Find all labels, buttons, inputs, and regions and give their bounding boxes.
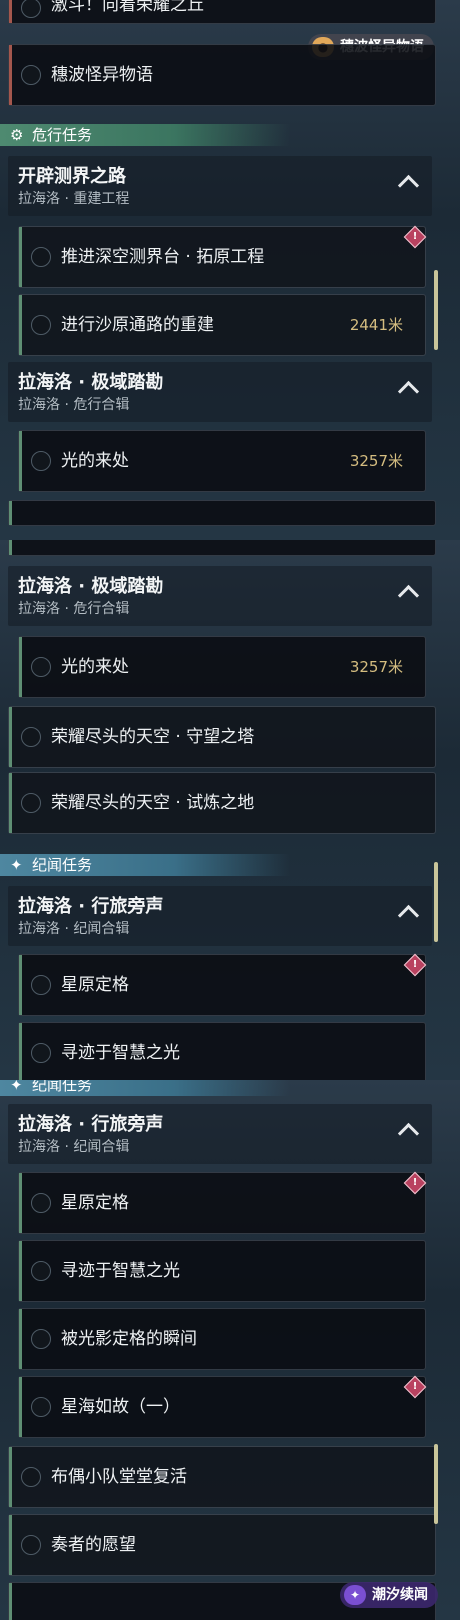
quest-status-icon xyxy=(31,657,51,677)
section-header-lore: ✦ 纪闻任务 xyxy=(0,1080,290,1096)
quest-title: 光的来处 xyxy=(61,657,129,677)
scrollbar-thumb[interactable] xyxy=(434,1444,438,1524)
quest-item[interactable]: 寻迹于智慧之光 xyxy=(18,1240,426,1302)
screenshot-panel-1: 激斗！向着荣耀之丘 ● 穗波怪异物语 穗波怪异物语 ⚙ 危行任务 开辟测界之路 … xyxy=(0,0,460,540)
chevron-up-icon[interactable] xyxy=(397,904,420,927)
quest-item[interactable]: 激斗！向着荣耀之丘 xyxy=(8,0,436,24)
watermark-text: 潮汐续闻 xyxy=(372,1587,428,1603)
scrollbar-thumb[interactable] xyxy=(434,270,438,350)
quest-group-header[interactable]: 拉海洛 · 行旅旁声 拉海洛 · 纪闻合辑 xyxy=(8,886,432,946)
quest-item[interactable]: 星海如故（一） ! xyxy=(18,1375,427,1438)
quest-status-icon xyxy=(21,727,41,747)
quest-title: 穗波怪异物语 xyxy=(51,65,153,85)
quest-item[interactable]: 荣耀尽头的天空 · 守望之塔 xyxy=(8,706,436,768)
section-header-danger: ⚙ 危行任务 xyxy=(0,124,290,146)
section-title: 纪闻任务 xyxy=(32,856,93,874)
quest-distance: 3257米 xyxy=(349,658,403,676)
quest-status-icon xyxy=(31,451,51,471)
quest-title: 星原定格 xyxy=(61,1193,129,1213)
group-title: 拉海洛 · 极域踏勘 xyxy=(18,576,164,597)
sparkle-icon: ✦ xyxy=(10,856,23,874)
quest-item[interactable]: 布偶小队堂堂复活 xyxy=(8,1446,436,1508)
quest-title: 激斗！向着荣耀之丘 xyxy=(51,0,204,15)
quest-status-icon xyxy=(31,247,51,267)
quest-title: 被光影定格的瞬间 xyxy=(61,1329,197,1349)
screenshot-panel-3: ✦ 纪闻任务 拉海洛 · 行旅旁声 拉海洛 · 纪闻合辑 星原定格 ! 寻迹于智… xyxy=(0,1080,460,1620)
group-subtitle: 拉海洛 · 纪闻合辑 xyxy=(18,921,130,937)
quest-item[interactable]: 荣耀尽头的天空 · 试炼之地 xyxy=(8,772,436,834)
quest-status-icon xyxy=(21,1535,41,1555)
group-subtitle: 拉海洛 · 纪闻合辑 xyxy=(18,1139,130,1155)
quest-title: 光的来处 xyxy=(61,451,129,471)
quest-title: 荣耀尽头的天空 · 试炼之地 xyxy=(51,793,255,813)
alert-icon: ! xyxy=(403,1375,427,1399)
quest-item[interactable]: 推进深空测界台 · 拓原工程 ! xyxy=(18,225,427,288)
quest-item[interactable]: 穗波怪异物语 xyxy=(8,44,436,106)
watermark-badge-bottom: ✦ 潮汐续闻 xyxy=(340,1582,438,1608)
scrollbar-thumb[interactable] xyxy=(434,862,438,942)
section-header-lore: ✦ 纪闻任务 xyxy=(0,854,290,876)
alert-icon: ! xyxy=(403,225,427,249)
quest-status-icon xyxy=(31,975,51,995)
sparkle-icon: ✦ xyxy=(10,1080,23,1094)
quest-item[interactable]: 寻迹于智慧之光 xyxy=(18,1022,426,1080)
quest-title: 奏者的愿望 xyxy=(51,1535,136,1555)
quest-item[interactable]: 星原定格 ! xyxy=(18,1171,427,1234)
quest-status-icon xyxy=(31,1261,51,1281)
gear-icon: ⚙ xyxy=(10,126,24,144)
quest-item[interactable]: 光的来处 3257米 xyxy=(18,636,426,698)
quest-distance: 2441米 xyxy=(349,316,403,334)
group-subtitle: 拉海洛 · 危行合辑 xyxy=(18,601,130,617)
group-title: 拉海洛 · 极域踏勘 xyxy=(18,372,164,393)
quest-status-icon xyxy=(31,1397,51,1417)
chevron-up-icon[interactable] xyxy=(397,174,420,197)
quest-title: 布偶小队堂堂复活 xyxy=(51,1467,187,1487)
quest-status-icon xyxy=(21,793,41,813)
chevron-up-icon[interactable] xyxy=(397,1122,420,1145)
screenshot-panel-2: 拉海洛 · 极域踏勘 拉海洛 · 危行合辑 光的来处 3257米 荣耀尽头的天空… xyxy=(0,540,460,1080)
logo-icon: ✦ xyxy=(344,1585,366,1605)
quest-status-icon xyxy=(31,1043,51,1063)
quest-title: 推进深空测界台 · 拓原工程 xyxy=(61,247,265,267)
group-title: 拉海洛 · 行旅旁声 xyxy=(18,1114,164,1135)
quest-status-icon xyxy=(31,1329,51,1349)
quest-title: 寻迹于智慧之光 xyxy=(61,1043,180,1063)
group-title: 开辟测界之路 xyxy=(18,166,126,187)
quest-title: 荣耀尽头的天空 · 守望之塔 xyxy=(51,727,255,747)
quest-item[interactable]: 奏者的愿望 xyxy=(8,1514,436,1576)
quest-title: 星原定格 xyxy=(61,975,129,995)
quest-status-icon xyxy=(31,315,51,335)
group-subtitle: 拉海洛 · 危行合辑 xyxy=(18,397,130,413)
quest-status-icon xyxy=(21,0,41,18)
quest-item[interactable]: 光的来处 3257米 xyxy=(18,430,426,492)
quest-title: 寻迹于智慧之光 xyxy=(61,1261,180,1281)
quest-item[interactable]: 进行沙原通路的重建 2441米 xyxy=(18,294,426,356)
quest-group-header[interactable]: 开辟测界之路 拉海洛 · 重建工程 xyxy=(8,156,432,216)
quest-item[interactable] xyxy=(8,540,436,556)
group-subtitle: 拉海洛 · 重建工程 xyxy=(18,191,130,207)
quest-title: 进行沙原通路的重建 xyxy=(61,315,214,335)
quest-title: 星海如故（一） xyxy=(61,1397,180,1417)
group-title: 拉海洛 · 行旅旁声 xyxy=(18,896,164,917)
alert-icon: ! xyxy=(403,953,427,977)
section-title: 危行任务 xyxy=(32,126,93,144)
quest-status-icon xyxy=(21,65,41,85)
quest-status-icon xyxy=(21,1467,41,1487)
chevron-up-icon[interactable] xyxy=(397,584,420,607)
quest-item[interactable]: 星原定格 ! xyxy=(18,953,427,1016)
chevron-up-icon[interactable] xyxy=(397,380,420,403)
quest-group-header[interactable]: 拉海洛 · 行旅旁声 拉海洛 · 纪闻合辑 xyxy=(8,1104,432,1164)
quest-item[interactable] xyxy=(8,500,436,526)
quest-distance: 3257米 xyxy=(349,452,403,470)
quest-status-icon xyxy=(31,1193,51,1213)
quest-item[interactable]: 被光影定格的瞬间 xyxy=(18,1308,426,1370)
quest-group-header[interactable]: 拉海洛 · 极域踏勘 拉海洛 · 危行合辑 xyxy=(8,566,432,626)
section-title: 纪闻任务 xyxy=(32,1080,93,1094)
quest-group-header[interactable]: 拉海洛 · 极域踏勘 拉海洛 · 危行合辑 xyxy=(8,362,432,422)
alert-icon: ! xyxy=(403,1171,427,1195)
